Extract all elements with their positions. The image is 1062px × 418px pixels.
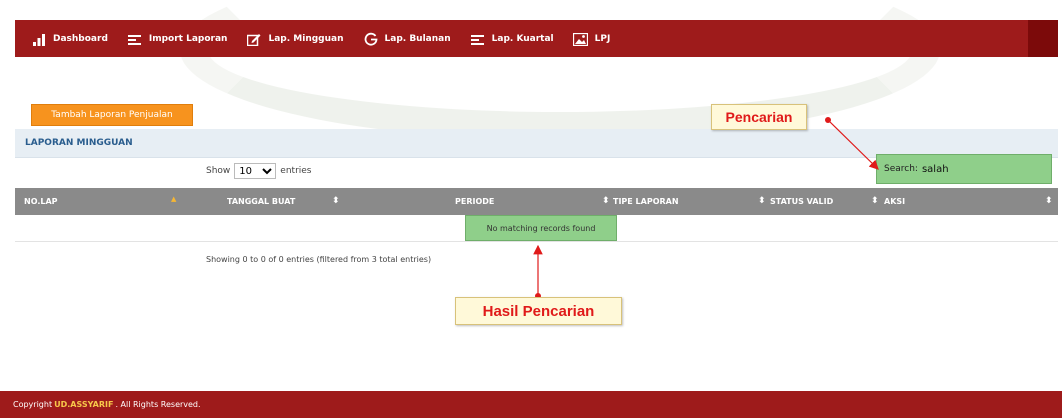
footer: Copyright UD.ASSYARIF . All Rights Reser…: [0, 391, 1062, 418]
sort-asc-icon: ▲: [171, 195, 177, 203]
top-navbar: Dashboard Import Laporan Lap. Mingguan L…: [15, 20, 1058, 57]
nav-label-lap-mingguan: Lap. Mingguan: [268, 33, 344, 44]
sort-icon: ⬍: [332, 196, 340, 206]
align-left-icon: [470, 32, 486, 46]
nav-item-lap-kuartal[interactable]: Lap. Kuartal: [470, 32, 554, 46]
search-box: Search:: [876, 154, 1052, 184]
nav-item-dashboard[interactable]: Dashboard: [31, 32, 108, 46]
column-header-tipe-laporan[interactable]: TIPE LAPORAN: [613, 197, 679, 206]
nav-item-lpj[interactable]: LPJ: [573, 32, 611, 46]
column-header-no-lap[interactable]: NO.LAP: [24, 197, 58, 206]
entries-length-select[interactable]: 10: [234, 163, 277, 179]
navbar-right-block: [1028, 20, 1058, 57]
nav-label-dashboard: Dashboard: [53, 33, 108, 44]
panel-title: LAPORAN MINGGUAN: [25, 138, 133, 148]
nav-label-lap-kuartal: Lap. Kuartal: [491, 33, 554, 44]
column-header-periode[interactable]: PERIODE: [455, 197, 494, 206]
column-header-status-valid[interactable]: STATUS VALID: [770, 197, 833, 206]
google-icon: [363, 32, 379, 46]
nav-label-lap-bulanan: Lap. Bulanan: [384, 33, 451, 44]
bar-chart-icon: [31, 32, 47, 46]
add-sales-report-button[interactable]: Tambah Laporan Penjualan: [31, 104, 193, 126]
column-header-tanggal-buat[interactable]: TANGGAL BUAT: [227, 197, 295, 206]
search-callout: Pencarian: [711, 104, 807, 130]
search-callout-dot: [825, 117, 831, 123]
image-icon: [573, 32, 589, 46]
length-prefix: Show: [206, 166, 231, 176]
footer-copyright-suffix: . All Rights Reserved.: [115, 400, 201, 409]
edit-icon: [246, 32, 262, 46]
empty-result-message: No matching records found: [465, 215, 617, 241]
table-header: NO.LAP ▲ TANGGAL BUAT ⬍ PERIODE ⬍ TIPE L…: [15, 188, 1058, 215]
table-info: Showing 0 to 0 of 0 entries (filtered fr…: [206, 255, 432, 264]
footer-copyright-prefix: Copyright: [13, 400, 53, 409]
nav-item-import-laporan[interactable]: Import Laporan: [127, 32, 228, 46]
length-suffix: entries: [280, 166, 312, 176]
sort-icon: ⬍: [602, 196, 610, 206]
nav-label-lpj: LPJ: [594, 33, 611, 44]
sort-icon: ⬍: [871, 196, 879, 206]
sort-icon: ⬍: [758, 196, 766, 206]
column-header-aksi[interactable]: AKSI: [884, 197, 905, 206]
search-result-callout: Hasil Pencarian: [455, 297, 622, 325]
entries-length-control: Show 10 entries: [206, 163, 312, 179]
nav-item-lap-bulanan[interactable]: Lap. Bulanan: [363, 32, 451, 46]
align-left-icon: [127, 32, 143, 46]
sort-icon: ⬍: [1045, 196, 1053, 206]
nav-label-import-laporan: Import Laporan: [148, 33, 228, 44]
search-label: Search:: [884, 164, 918, 174]
nav-item-lap-mingguan[interactable]: Lap. Mingguan: [246, 32, 344, 46]
footer-brand-link[interactable]: UD.ASSYARIF: [54, 400, 113, 409]
search-input[interactable]: [921, 163, 1042, 175]
